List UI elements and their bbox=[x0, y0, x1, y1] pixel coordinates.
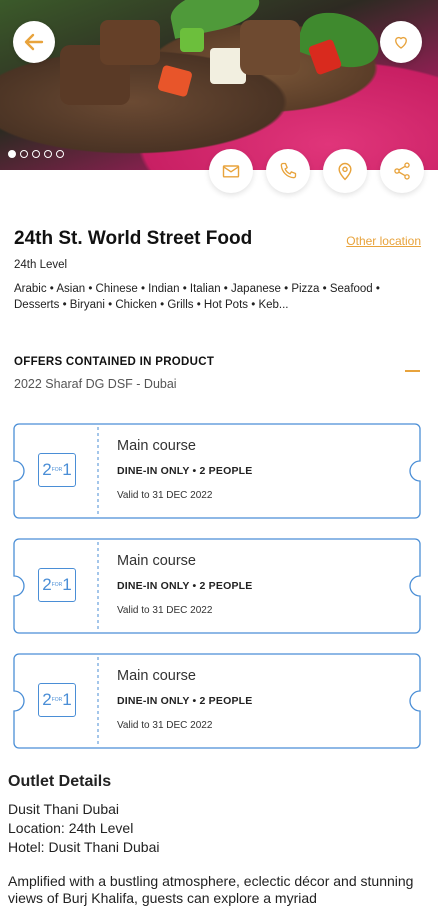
back-button[interactable] bbox=[13, 21, 55, 63]
badge-mid: FOR bbox=[51, 467, 63, 473]
mail-icon bbox=[222, 165, 240, 178]
offer-conditions: DINE-IN ONLY • 2 PEOPLE bbox=[117, 695, 253, 707]
two-for-one-badge: 2 FOR 1 bbox=[38, 453, 76, 487]
contact-actions bbox=[209, 149, 424, 193]
outlet-heading: Outlet Details bbox=[8, 773, 112, 790]
favorite-button[interactable] bbox=[380, 21, 422, 63]
heart-icon bbox=[395, 36, 407, 49]
phone-button[interactable] bbox=[266, 149, 310, 193]
outlet-description: Amplified with a bustling atmosphere, ec… bbox=[8, 873, 414, 906]
badge-left: 2 bbox=[42, 690, 52, 709]
restaurant-name: 24th St. World Street Food bbox=[14, 228, 253, 249]
offer-validity: Valid to 31 DEC 2022 bbox=[117, 605, 213, 616]
offer-conditions: DINE-IN ONLY • 2 PEOPLE bbox=[117, 465, 253, 477]
carousel-dot[interactable] bbox=[20, 150, 28, 158]
food-beef bbox=[100, 20, 160, 65]
badge-left: 2 bbox=[42, 460, 52, 479]
offer-title: Main course bbox=[117, 553, 196, 569]
offer-validity: Valid to 31 DEC 2022 bbox=[117, 490, 213, 501]
food-beef bbox=[240, 20, 300, 75]
hero-image[interactable] bbox=[0, 0, 438, 170]
email-button[interactable] bbox=[209, 149, 253, 193]
badge-right: 1 bbox=[62, 575, 72, 594]
carousel-indicator bbox=[8, 150, 64, 158]
offer-coupon[interactable]: 2 FOR 1 Main course DINE-IN ONLY • 2 PEOPL… bbox=[13, 653, 421, 749]
share-button[interactable] bbox=[380, 149, 424, 193]
arrow-left-icon bbox=[24, 33, 44, 51]
badge-right: 1 bbox=[62, 690, 72, 709]
food-pepper bbox=[180, 28, 204, 52]
badge-mid: FOR bbox=[51, 582, 63, 588]
offer-title: Main course bbox=[117, 438, 196, 454]
offers-product: 2022 Sharaf DG DSF - Dubai bbox=[14, 377, 177, 391]
carousel-dot[interactable] bbox=[44, 150, 52, 158]
cuisine-list: Arabic • Asian • Chinese • Indian • Ital… bbox=[14, 283, 380, 311]
offer-coupon[interactable]: 2 FOR 1 Main course DINE-IN ONLY • 2 PEOPL… bbox=[13, 423, 421, 519]
outlet-name: Dusit Thani Dubai bbox=[8, 801, 120, 817]
carousel-dot[interactable] bbox=[32, 150, 40, 158]
badge-left: 2 bbox=[42, 575, 52, 594]
other-location-link[interactable]: Other location bbox=[346, 234, 421, 248]
offers-heading: OFFERS CONTAINED IN PRODUCT bbox=[14, 356, 215, 368]
two-for-one-badge: 2 FOR 1 bbox=[38, 683, 76, 717]
phone-icon bbox=[280, 162, 297, 179]
two-for-one-badge: 2 FOR 1 bbox=[38, 568, 76, 602]
offer-validity: Valid to 31 DEC 2022 bbox=[117, 720, 213, 731]
share-icon bbox=[394, 162, 410, 180]
badge-mid: FOR bbox=[51, 697, 63, 703]
location-button[interactable] bbox=[323, 149, 367, 193]
badge-right: 1 bbox=[62, 460, 72, 479]
carousel-dot[interactable] bbox=[8, 150, 16, 158]
carousel-dot[interactable] bbox=[56, 150, 64, 158]
restaurant-level: 24th Level bbox=[14, 259, 68, 271]
map-pin-icon bbox=[338, 162, 352, 181]
outlet-hotel: Hotel: Dusit Thani Dubai bbox=[8, 839, 160, 855]
offer-conditions: DINE-IN ONLY • 2 PEOPLE bbox=[117, 580, 253, 592]
outlet-location: Location: 24th Level bbox=[8, 820, 134, 836]
offer-coupon[interactable]: 2 FOR 1 Main course DINE-IN ONLY • 2 PEOPL… bbox=[13, 538, 421, 634]
collapse-toggle[interactable] bbox=[405, 370, 420, 372]
offer-title: Main course bbox=[117, 668, 196, 684]
food-pepper bbox=[157, 64, 193, 98]
